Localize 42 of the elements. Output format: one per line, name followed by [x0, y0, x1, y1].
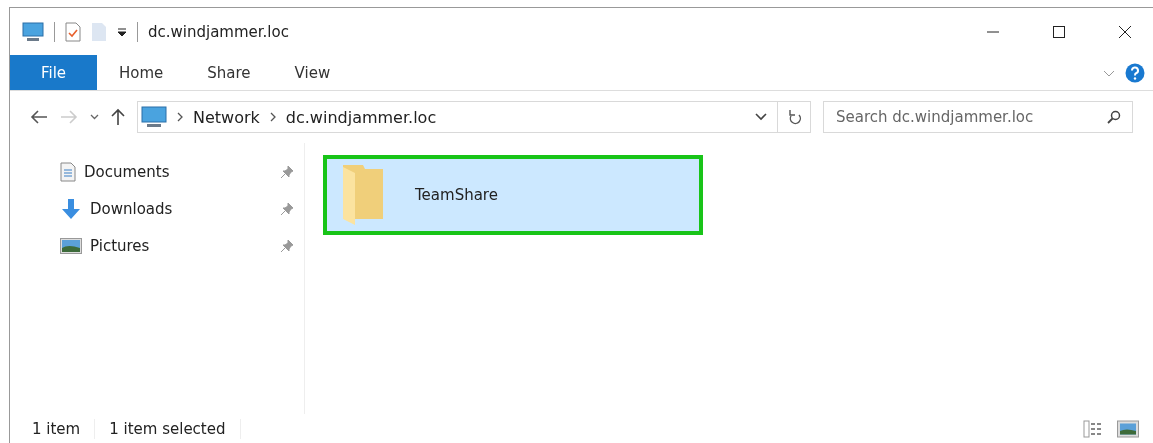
maximize-icon[interactable]: [1051, 23, 1067, 40]
close-icon[interactable]: [1117, 23, 1133, 40]
breadcrumb-chevron-icon[interactable]: [269, 112, 276, 122]
computer-icon: [141, 106, 167, 128]
search-icon[interactable]: [1107, 110, 1121, 124]
sidebar-item[interactable]: Downloads: [10, 190, 304, 227]
up-arrow-icon[interactable]: [111, 108, 125, 126]
folder-item[interactable]: TeamShare: [323, 155, 703, 235]
sidebar-label: Pictures: [90, 236, 150, 255]
recent-chevron-icon[interactable]: [90, 114, 99, 120]
sidebar-item[interactable]: Pictures: [10, 227, 304, 264]
pin-icon[interactable]: [280, 164, 294, 179]
refresh-icon[interactable]: [788, 109, 802, 125]
ribbon-tab[interactable]: File: [10, 55, 97, 90]
breadcrumb[interactable]: Network: [193, 107, 260, 127]
folder-icon: [341, 163, 385, 227]
back-arrow-icon[interactable]: [30, 110, 48, 124]
pin-icon[interactable]: [280, 238, 294, 253]
ribbon-tab[interactable]: View: [272, 55, 353, 90]
help-icon[interactable]: [1125, 62, 1145, 83]
window-title: dc.windjammer.loc: [148, 22, 289, 41]
large-icons-view-icon[interactable]: [1117, 420, 1139, 438]
ribbon-tab[interactable]: Home: [97, 55, 186, 90]
pin-icon[interactable]: [280, 201, 294, 216]
sidebar-item[interactable]: Documents: [10, 153, 304, 190]
search-field[interactable]: Search dc.windjammer.loc: [823, 101, 1133, 133]
selection-count: 1 item selected: [109, 420, 226, 438]
picture-icon: [60, 237, 82, 254]
sidebar-label: Documents: [84, 162, 170, 181]
address-bar[interactable]: Network dc.windjammer.loc: [137, 101, 811, 133]
properties-icon[interactable]: [65, 21, 81, 42]
down-arrow-icon: [60, 197, 82, 220]
dropdown-icon[interactable]: [117, 26, 127, 37]
ribbon-tab[interactable]: Share: [185, 55, 273, 90]
breadcrumb-chevron-icon[interactable]: [177, 112, 183, 122]
item-count: 1 item: [32, 420, 81, 438]
dropdown-chevron-icon[interactable]: [755, 113, 767, 121]
computer-icon: [22, 21, 44, 42]
breadcrumb[interactable]: dc.windjammer.loc: [285, 107, 437, 127]
document-icon: [60, 161, 76, 182]
details-view-icon[interactable]: [1083, 420, 1103, 438]
sidebar-label: Downloads: [90, 199, 173, 218]
